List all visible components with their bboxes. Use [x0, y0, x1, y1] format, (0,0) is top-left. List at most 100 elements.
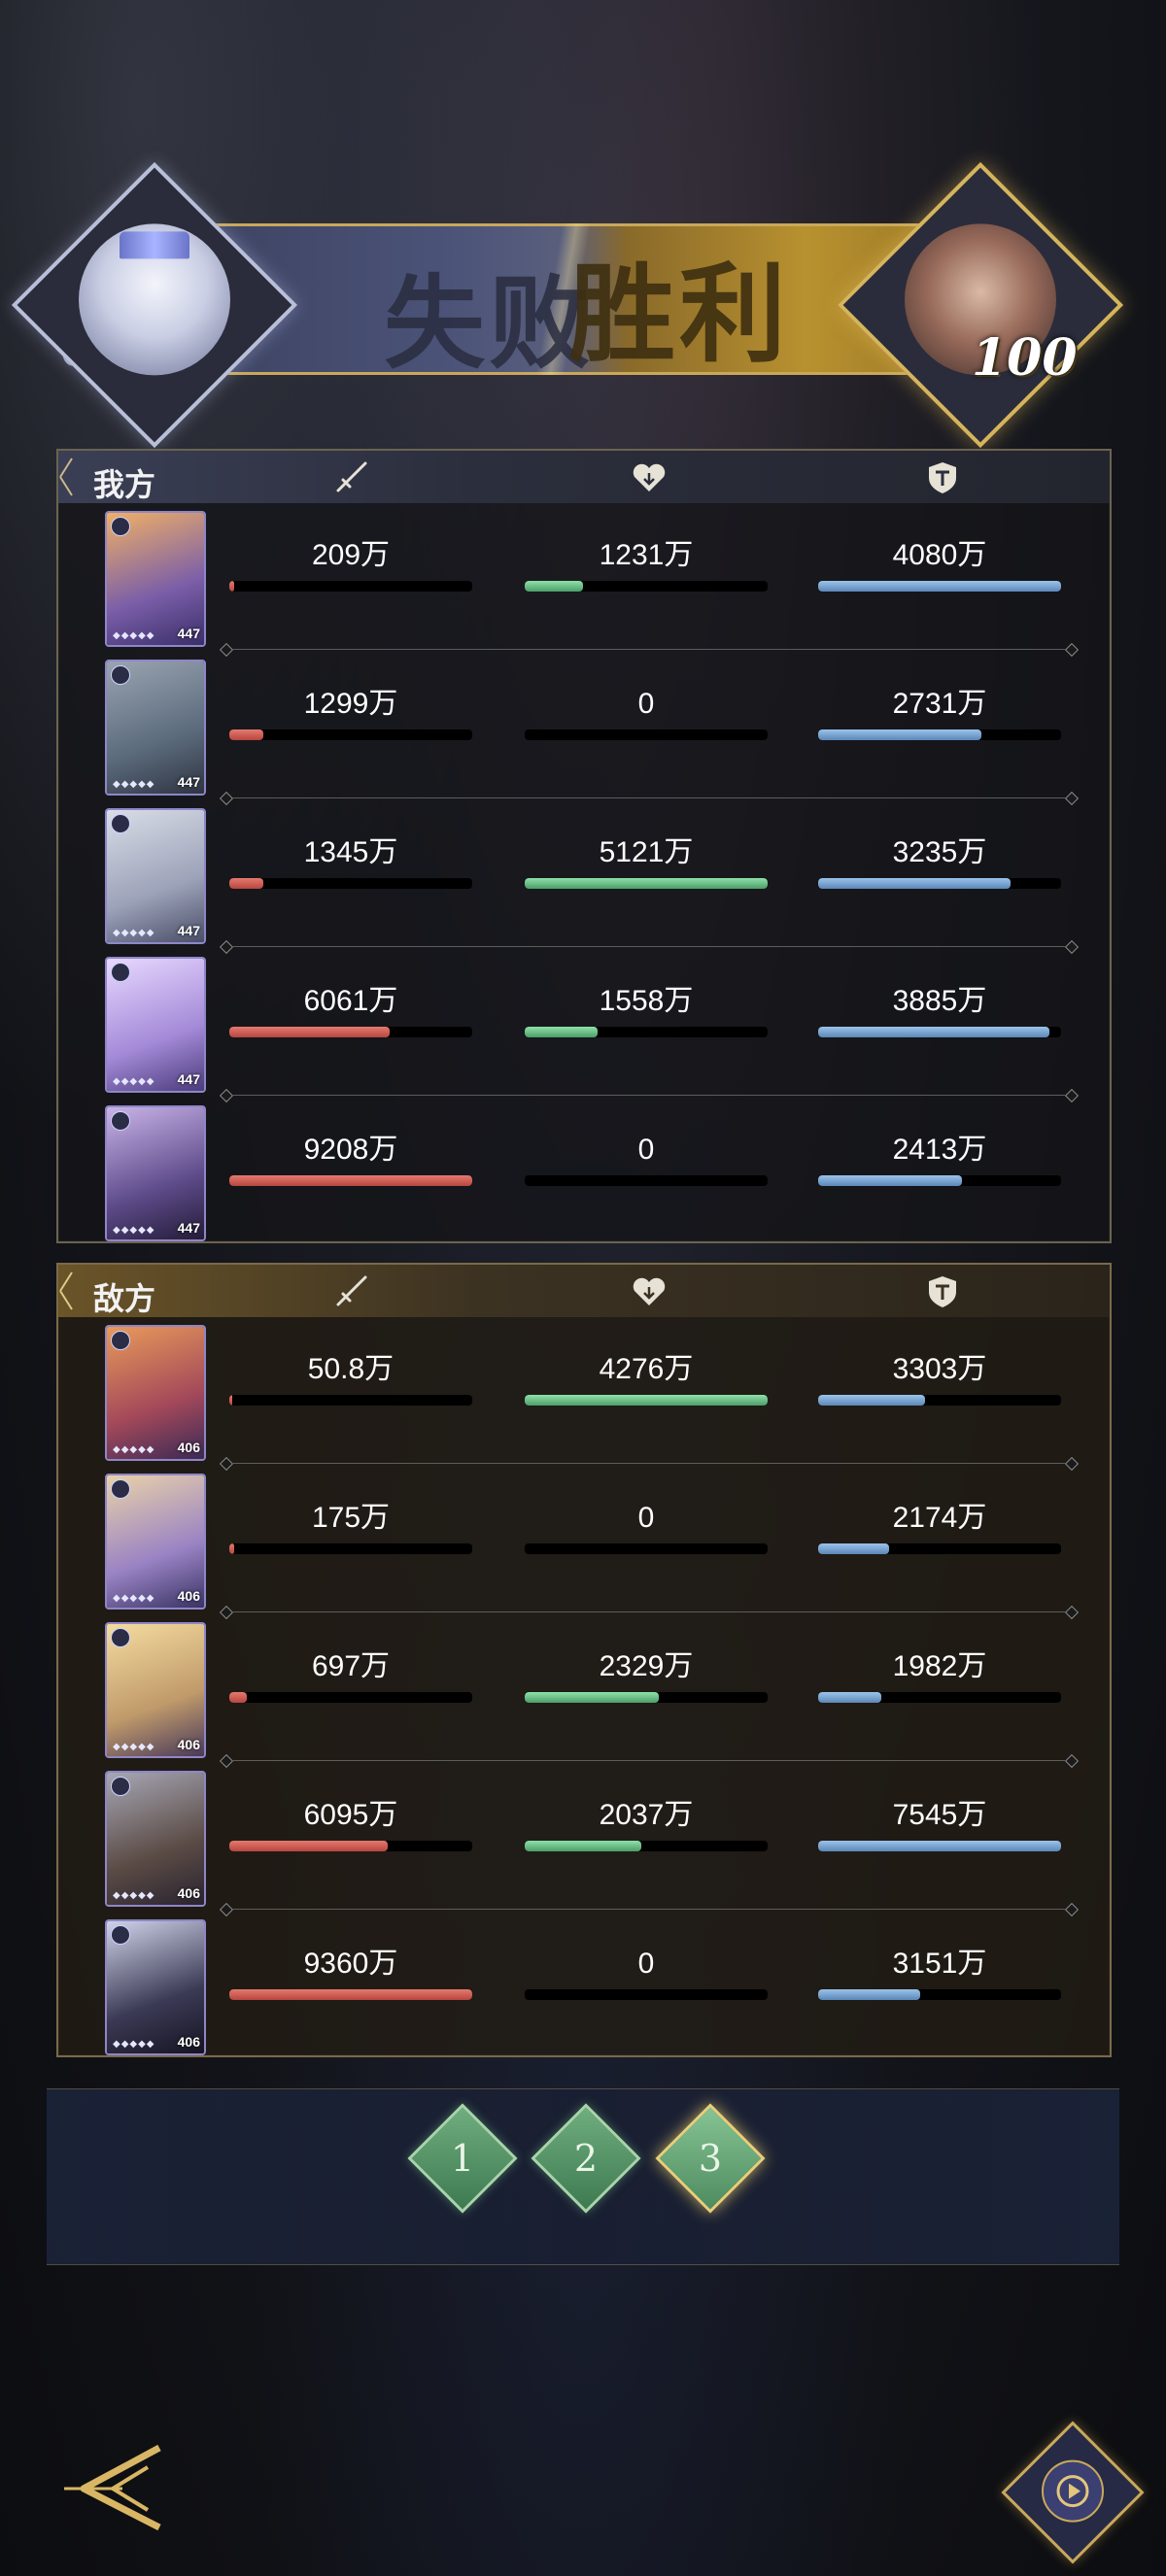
corner-ornament-icon	[59, 458, 73, 496]
hero-card[interactable]: ◆◆◆◆◆ 447	[105, 511, 206, 647]
row-divider	[233, 1463, 1065, 1464]
enemy-level: 100	[972, 328, 1078, 388]
heal-bar	[525, 878, 768, 889]
hero-card[interactable]: ◆◆◆◆◆ 447	[105, 808, 206, 944]
battle-result-header: 失败 胜利 100	[0, 161, 1166, 449]
hero-card[interactable]: ◆◆◆◆◆ 406	[105, 1771, 206, 1907]
hero-level: 447	[177, 626, 200, 641]
attack-stat: 9208万	[229, 1133, 472, 1186]
defense-value: 4080万	[892, 539, 987, 571]
faction-icon	[111, 963, 130, 982]
row-divider	[233, 1760, 1065, 1761]
attack-bar	[229, 1175, 472, 1186]
faction-icon	[111, 814, 130, 833]
heal-value: 5121万	[599, 836, 694, 868]
enemy-side-panel: 敌方 ◆◆◆◆◆ 406 50.8万 4276万 3303万 ◆◆◆◆◆ 406 175万 0 2…	[56, 1263, 1112, 2057]
hero-card[interactable]: ◆◆◆◆◆ 406	[105, 1474, 206, 1610]
heal-stat: 0	[525, 687, 768, 740]
hero-card[interactable]: ◆◆◆◆◆ 447	[105, 660, 206, 796]
heal-stat: 2037万	[525, 1798, 768, 1851]
attack-bar	[229, 1395, 472, 1406]
attack-stat: 1299万	[229, 687, 472, 740]
attack-bar	[229, 1841, 472, 1851]
heal-bar	[525, 1395, 768, 1406]
enemy-avatar[interactable]	[837, 161, 1124, 449]
heal-bar-fill	[525, 1027, 598, 1037]
hero-row: ◆◆◆◆◆ 447 1299万 0 2731万	[58, 656, 1110, 804]
defense-value: 3235万	[892, 836, 987, 868]
heal-bar	[525, 1027, 768, 1037]
heal-stat: 0	[525, 1133, 768, 1186]
attack-stat: 175万	[229, 1501, 472, 1554]
defense-bar-fill	[818, 1027, 1049, 1037]
back-arrow-icon[interactable]	[54, 2438, 171, 2535]
hero-level: 406	[177, 1885, 200, 1901]
heal-value: 1231万	[599, 539, 694, 571]
heal-stat: 2329万	[525, 1649, 768, 1703]
heal-value: 0	[637, 1502, 655, 1534]
hero-level: 406	[177, 1588, 200, 1604]
shield-icon	[929, 1276, 956, 1307]
attack-bar	[229, 581, 472, 592]
star-rank-icon: ◆◆◆◆◆	[113, 779, 155, 790]
heal-value: 0	[637, 1134, 655, 1166]
hero-row: ◆◆◆◆◆ 406 697万 2329万 1982万	[58, 1618, 1110, 1767]
heal-stat: 0	[525, 1501, 768, 1554]
attack-value: 697万	[311, 1650, 391, 1682]
attack-stat: 209万	[229, 538, 472, 592]
heal-bar	[525, 1543, 768, 1554]
defense-value: 3885万	[892, 985, 987, 1017]
attack-value: 6095万	[303, 1799, 398, 1831]
hero-row: ◆◆◆◆◆ 447 6061万 1558万 3885万	[58, 953, 1110, 1102]
star-rank-icon: ◆◆◆◆◆	[113, 1444, 155, 1455]
hero-row: ◆◆◆◆◆ 447 9208万 0 2413万	[58, 1102, 1110, 1250]
row-divider	[233, 946, 1065, 947]
defense-bar	[818, 581, 1061, 592]
my-avatar[interactable]	[11, 161, 298, 449]
hero-card[interactable]: ◆◆◆◆◆ 406	[105, 1919, 206, 2055]
attack-stat: 697万	[229, 1649, 472, 1703]
round-3-label: 3	[698, 2137, 723, 2180]
hero-card[interactable]: ◆◆◆◆◆ 447	[105, 1105, 206, 1241]
attack-bar-fill	[229, 1543, 234, 1554]
defense-bar	[818, 1027, 1061, 1037]
defense-bar-fill	[818, 1841, 1061, 1851]
star-rank-icon: ◆◆◆◆◆	[113, 1225, 155, 1236]
attack-bar-fill	[229, 1027, 390, 1037]
round-2-label: 2	[573, 2137, 599, 2180]
hero-card[interactable]: ◆◆◆◆◆ 406	[105, 1622, 206, 1758]
hero-level: 406	[177, 2034, 200, 2050]
heal-value: 0	[637, 688, 655, 720]
attack-bar-fill	[229, 878, 263, 889]
heal-value: 2037万	[599, 1799, 694, 1831]
attack-value: 1345万	[303, 836, 398, 868]
defense-value: 2413万	[892, 1134, 987, 1166]
defense-value: 2731万	[892, 688, 987, 720]
defense-value: 7545万	[892, 1799, 987, 1831]
attack-bar-fill	[229, 1692, 247, 1703]
attack-stat: 9360万	[229, 1947, 472, 2000]
win-label: 胜利	[568, 252, 790, 377]
attack-value: 50.8万	[307, 1353, 394, 1385]
attack-stat: 1345万	[229, 835, 472, 889]
hero-level: 447	[177, 1220, 200, 1236]
corner-ornament-icon	[59, 1271, 73, 1310]
defense-bar-fill	[818, 1989, 920, 2000]
heal-bar	[525, 729, 768, 740]
heart-icon	[633, 463, 666, 491]
faction-icon	[111, 1777, 130, 1796]
hero-level: 447	[177, 774, 200, 790]
defense-bar	[818, 1543, 1061, 1554]
heal-bar	[525, 1175, 768, 1186]
defense-stat: 3235万	[818, 835, 1061, 889]
defense-bar-fill	[818, 1175, 962, 1186]
hero-card[interactable]: ◆◆◆◆◆ 406	[105, 1325, 206, 1461]
replay-icon	[1042, 2459, 1104, 2523]
hero-card[interactable]: ◆◆◆◆◆ 447	[105, 957, 206, 1093]
defense-bar	[818, 1989, 1061, 2000]
row-divider	[233, 649, 1065, 650]
hero-level: 406	[177, 1737, 200, 1752]
sword-icon	[336, 1275, 367, 1306]
attack-value: 6061万	[303, 985, 398, 1017]
defense-bar-fill	[818, 878, 1011, 889]
